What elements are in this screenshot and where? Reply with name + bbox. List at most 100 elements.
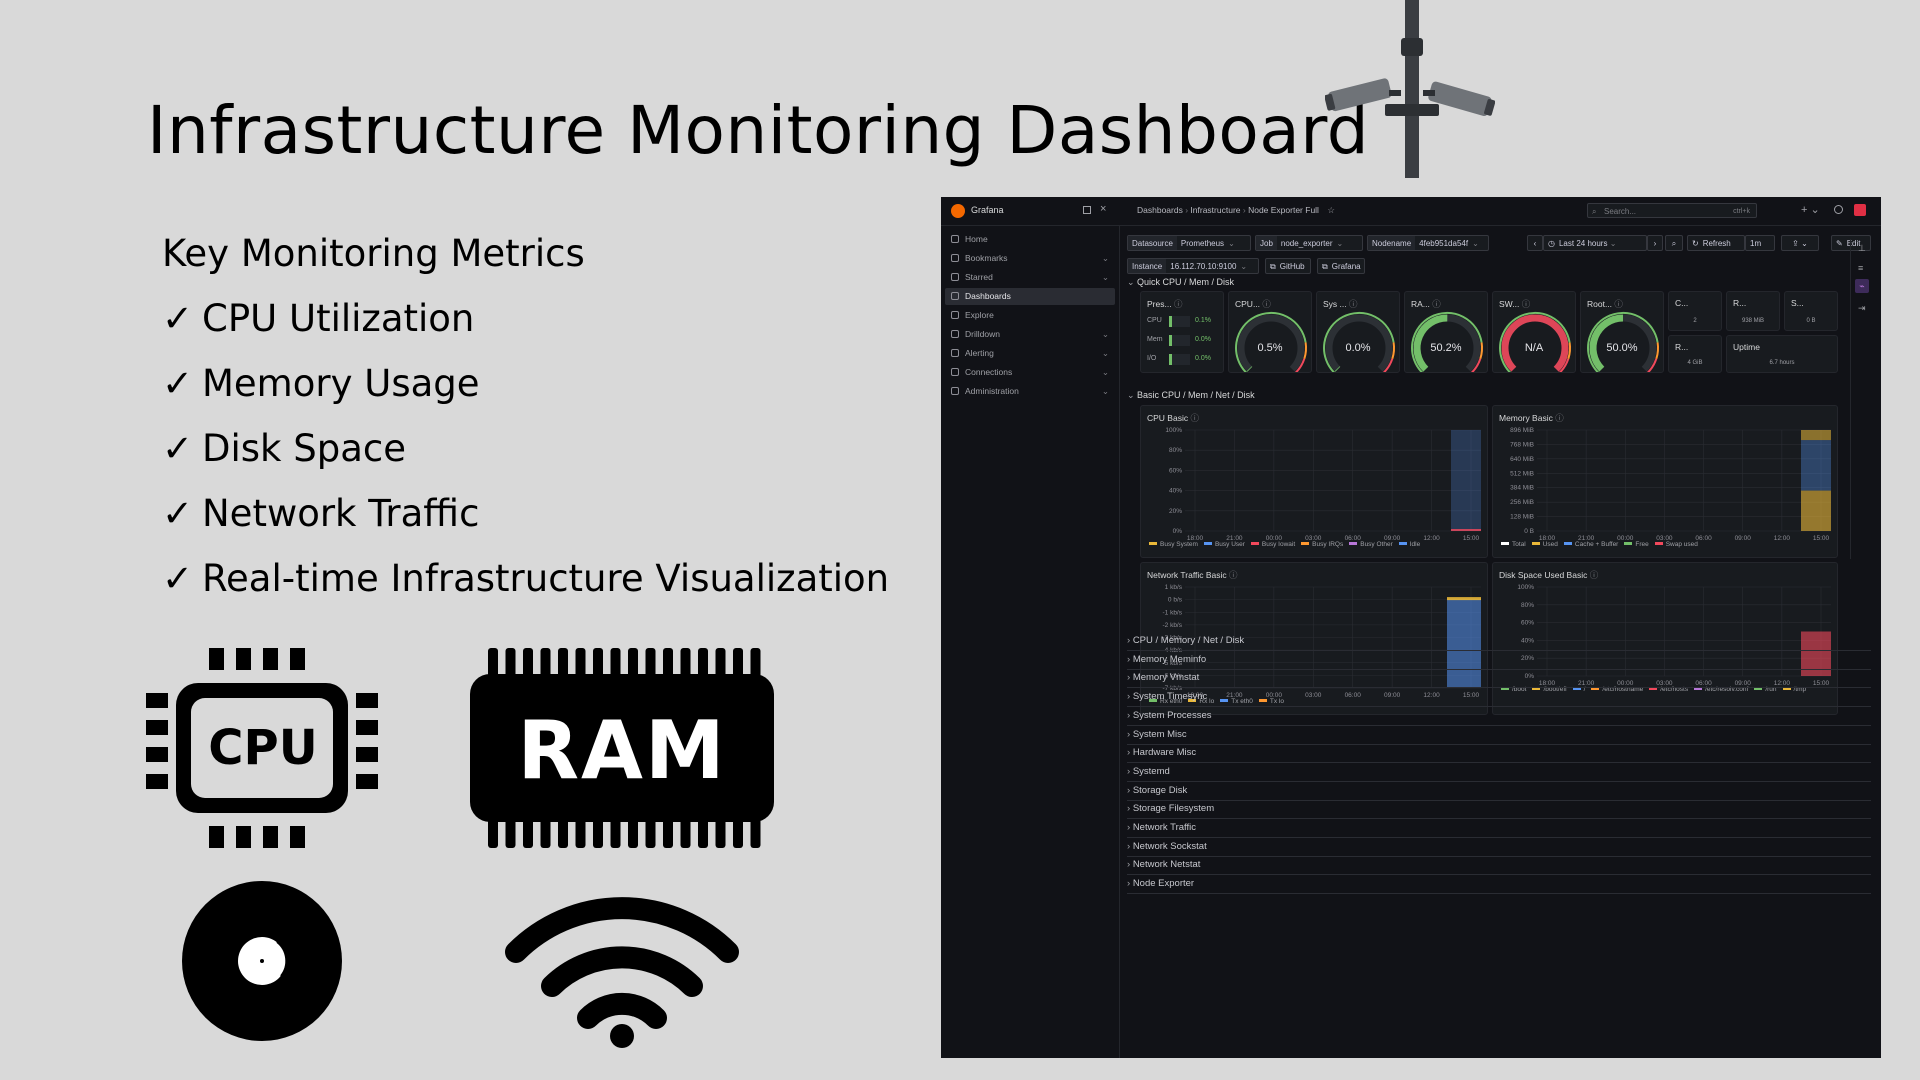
row-basic-header[interactable]: ⌄ Basic CPU / Mem / Net / Disk (1127, 390, 1255, 401)
pressure-row: Mem 0.0% (1147, 335, 1219, 347)
collapsed-row[interactable]: › Network Sockstat (1127, 838, 1871, 857)
sidebar-item-explore[interactable]: Explore (945, 307, 1115, 324)
series-area-used (1801, 430, 1831, 441)
chevron-down-icon[interactable]: ⌄ (1102, 250, 1109, 267)
insights-icon[interactable]: ⌁ (1855, 279, 1869, 293)
share-button[interactable]: ⇪ ⌄ (1781, 235, 1819, 251)
instance-variable[interactable]: Instance 16.112.70.10:9100 ⌄ (1127, 258, 1259, 274)
gauge-panel[interactable]: Root... ⓘ 50.0% (1580, 291, 1664, 373)
gauge-panel[interactable]: CPU... ⓘ 0.5% (1228, 291, 1312, 373)
github-link[interactable]: ⧉ GitHub (1265, 258, 1311, 274)
cpu-icon-label: CPU (208, 720, 318, 776)
collapsed-row[interactable]: › Memory Meminfo (1127, 651, 1871, 670)
collapsed-row[interactable]: › Storage Filesystem (1127, 800, 1871, 820)
pressure-panel[interactable]: Pres... ⓘ CPU 0.1% Mem 0.0% I/O 0.0% (1140, 291, 1224, 373)
time-forward-button[interactable]: › (1647, 235, 1663, 251)
time-range-picker[interactable]: ◷ Last 24 hours ⌄ (1543, 235, 1647, 251)
add-panel-icon[interactable]: ⊥ (1858, 243, 1866, 254)
sidebar-item-starred[interactable]: Starred ⌄ (945, 269, 1115, 286)
timeseries-panel[interactable]: CPU Basic ⓘ 100% 80% 60% 40% 20% 0% 18:00 21:00 0… (1140, 405, 1488, 558)
job-variable[interactable]: Job node_exporter ⌄ (1255, 235, 1363, 251)
grafana-logo-icon[interactable] (951, 204, 965, 218)
datasource-variable[interactable]: Datasource Prometheus ⌄ (1127, 235, 1251, 251)
sidebar-item-home[interactable]: Home (945, 231, 1115, 248)
dock-menu-icon[interactable] (1083, 206, 1091, 214)
legend-item[interactable]: Free (1618, 541, 1649, 548)
y-tick-label: 60% (1521, 620, 1534, 627)
legend-item[interactable]: Used (1526, 541, 1558, 548)
collapsed-row[interactable]: › Systemd (1127, 763, 1871, 782)
legend-item[interactable]: Idle (1393, 541, 1420, 548)
collapsed-row[interactable]: › CPU / Memory / Net / Disk (1127, 632, 1871, 651)
row-quick-header[interactable]: ⌄ Quick CPU / Mem / Disk (1127, 277, 1234, 288)
add-icon[interactable]: + ⌄ (1801, 203, 1820, 216)
stat-panel[interactable]: R... 938 MiB (1726, 291, 1780, 331)
collapsed-row[interactable]: › System Processes (1127, 707, 1871, 726)
star-icon[interactable]: ☆ (1327, 205, 1335, 215)
collapsed-row[interactable]: › Network Netstat (1127, 856, 1871, 876)
timeseries-panel[interactable]: Memory Basic ⓘ 896 MiB 768 MiB 640 MiB 512 M… (1492, 405, 1838, 558)
search-input[interactable]: ⌕ Search... ctrl+k (1587, 203, 1757, 218)
collapsed-row[interactable]: › Memory Vmstat (1127, 669, 1871, 689)
sidebar-item-dashboards[interactable]: Dashboards (945, 288, 1115, 305)
refresh-interval-select[interactable]: 1m (1745, 235, 1775, 251)
chart-legend: Total Used Cache + Buffer Free Swap used (1495, 539, 1835, 551)
sidebar-item-administration[interactable]: Administration ⌄ (945, 383, 1115, 400)
chevron-down-icon[interactable]: ⌄ (1102, 345, 1109, 362)
search-icon: ⌕ (1592, 207, 1597, 216)
chevron-down-icon[interactable]: ⌄ (1102, 383, 1109, 400)
exit-icon[interactable]: ⇥ (1858, 303, 1866, 314)
y-tick-label: 0 B (1524, 528, 1534, 535)
grid-icon (951, 292, 959, 300)
nodename-variable[interactable]: Nodename 4feb951da54f ⌄ (1367, 235, 1489, 251)
gauge-value: 0.5% (1257, 342, 1283, 354)
grafana-sidebar: Home Bookmarks ⌄ Starred ⌄ Dashboards Explore D… (941, 225, 1120, 1058)
sidebar-item-drilldown[interactable]: Drilldown ⌄ (945, 326, 1115, 343)
grafana-topbar: Grafana × Dashboards › Infrastructure › … (941, 197, 1881, 226)
legend-item[interactable]: Total (1495, 541, 1526, 548)
collapsed-row[interactable]: › Node Exporter (1127, 875, 1871, 895)
metric-item: ✓ Disk Space (162, 416, 889, 481)
collapsed-row[interactable]: › Hardware Misc (1127, 744, 1871, 764)
legend-item[interactable]: Swap used (1649, 541, 1698, 548)
stat-panel[interactable]: Uptime 6.7 hours (1726, 335, 1838, 373)
collapsed-row[interactable]: › System Timesync (1127, 688, 1871, 708)
collapsed-row[interactable]: › System Misc (1127, 726, 1871, 745)
gauge-value: N/A (1524, 342, 1544, 354)
sidebar-item-alerting[interactable]: Alerting ⌄ (945, 345, 1115, 362)
chevron-down-icon[interactable]: ⌄ (1102, 364, 1109, 381)
stat-panel[interactable]: R... 4 GiB (1668, 335, 1722, 373)
grafana-brand: Grafana (971, 205, 1004, 215)
grafana-link[interactable]: ⧉ Grafana (1317, 258, 1365, 274)
legend-item[interactable]: Cache + Buffer (1558, 541, 1618, 548)
legend-item[interactable]: Busy System (1143, 541, 1198, 548)
chevron-down-icon[interactable]: ⌄ (1102, 269, 1109, 286)
y-tick-label: 100% (1165, 427, 1182, 434)
legend-item[interactable]: Busy IRQs (1295, 541, 1343, 548)
legend-item[interactable]: Busy User (1198, 541, 1245, 548)
legend-item[interactable]: Busy Iowait (1245, 541, 1295, 548)
help-icon[interactable] (1834, 205, 1843, 214)
outline-icon[interactable]: ≡ (1858, 263, 1863, 273)
gauge-panel[interactable]: SW... ⓘ N/A (1492, 291, 1576, 373)
breadcrumb-infrastructure[interactable]: Infrastructure (1190, 205, 1240, 215)
gauge-panel[interactable]: Sys ... ⓘ 0.0% (1316, 291, 1400, 373)
y-tick-label: 60% (1169, 467, 1182, 474)
collapsed-row[interactable]: › Storage Disk (1127, 782, 1871, 801)
gauge-panel[interactable]: RA... ⓘ 50.2% (1404, 291, 1488, 373)
zoom-out-button[interactable]: ⌕ (1665, 235, 1683, 251)
stat-panel[interactable]: S... 0 B (1784, 291, 1838, 331)
time-back-button[interactable]: ‹ (1527, 235, 1543, 251)
collapsed-row[interactable]: › Network Traffic (1127, 819, 1871, 838)
sidebar-item-connections[interactable]: Connections ⌄ (945, 364, 1115, 381)
slide-title: Infrastructure Monitoring Dashboard (147, 92, 1370, 169)
chevron-down-icon[interactable]: ⌄ (1102, 326, 1109, 343)
legend-item[interactable]: Busy Other (1343, 541, 1393, 548)
refresh-button[interactable]: ↻ Refresh (1687, 235, 1745, 251)
panel-title: S... (1791, 298, 1804, 308)
user-avatar[interactable] (1854, 204, 1866, 216)
breadcrumb-dashboards[interactable]: Dashboards (1137, 205, 1183, 215)
close-menu-icon[interactable]: × (1100, 203, 1106, 215)
sidebar-item-bookmarks[interactable]: Bookmarks ⌄ (945, 250, 1115, 267)
stat-panel[interactable]: C... 2 (1668, 291, 1722, 331)
